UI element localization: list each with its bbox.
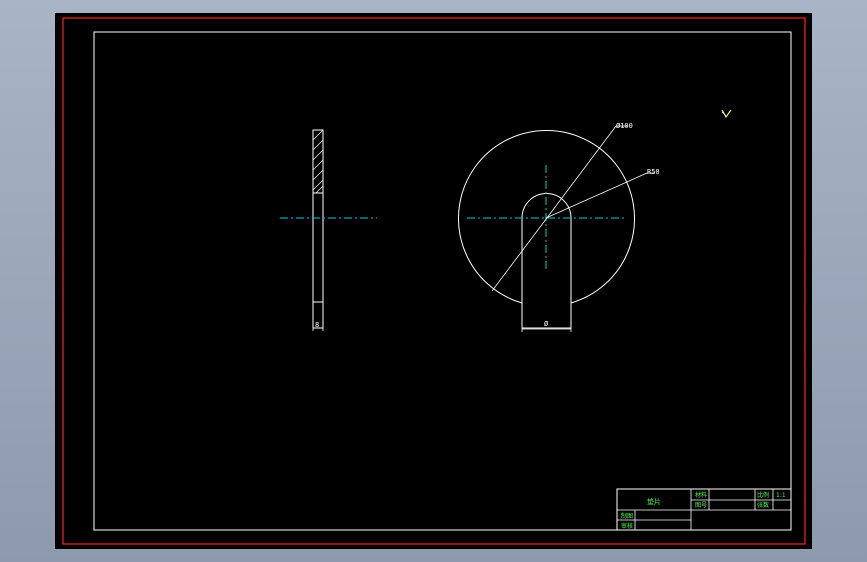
front-view: Ø100 R50 Ø [458, 122, 660, 332]
title-block: 垫片 材料 图号 比例 1:1 张数 制图 审核 [616, 488, 792, 531]
scale-label: 比例 [757, 491, 769, 499]
reviewer-label: 审核 [621, 522, 633, 530]
material-label: 材料 [695, 491, 707, 499]
drafter-label: 制图 [621, 512, 633, 520]
sheet-label: 张数 [757, 501, 769, 509]
outer-frame [62, 17, 806, 545]
cad-viewport[interactable]: 8 Ø100 R50 Ø 垫片 材料 图号 比例 1:1 张数 制图 审核 [55, 13, 812, 549]
ucs-icon [721, 109, 732, 119]
slot-width-dim-label: Ø [544, 320, 549, 328]
scale-value: 1:1 [776, 492, 786, 499]
drawing-no-label: 图号 [695, 502, 707, 509]
side-view-dim-label: 8 [315, 321, 319, 329]
inner-frame [93, 31, 792, 531]
side-view-hatch [312, 129, 324, 194]
part-name: 垫片 [647, 497, 661, 506]
radius-dim-label: R50 [647, 168, 660, 176]
side-view-outline [312, 129, 324, 329]
diameter-dim-label: Ø100 [616, 122, 633, 130]
cad-drawing: 8 Ø100 R50 Ø 垫片 材料 图号 比例 1:1 张数 制图 审核 [62, 17, 806, 545]
side-view: 8 [280, 129, 377, 331]
diameter-leader [491, 125, 617, 292]
